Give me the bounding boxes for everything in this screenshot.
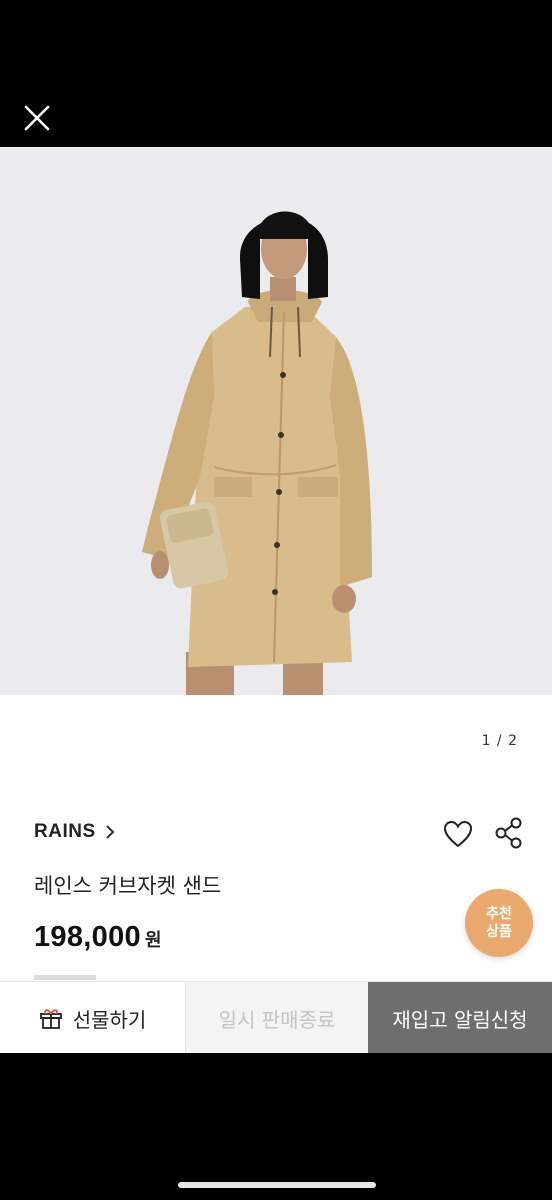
price-value: 198,000	[34, 921, 141, 953]
gift-button-label: 선물하기	[72, 1007, 147, 1032]
soldout-status: 일시 판매종료	[186, 982, 368, 1053]
share-icon	[495, 817, 522, 849]
product-image[interactable]	[0, 147, 552, 695]
gift-button[interactable]: 선물하기	[0, 982, 186, 1053]
badge-line-2: 상품	[486, 924, 512, 940]
close-icon	[24, 105, 50, 131]
bottom-action-bar: 선물하기 일시 판매종료 재입고 알림신청	[0, 981, 552, 1053]
like-button[interactable]	[442, 819, 474, 849]
share-button[interactable]	[494, 817, 524, 849]
heart-icon	[443, 820, 473, 848]
product-sheet: 1 / 2 RAINS 레인스 커브자켓 샌드 198,000 원 추천 상품	[0, 147, 552, 1053]
badge-line-1: 추천	[486, 906, 512, 922]
restock-alert-button[interactable]: 재입고 알림신청	[368, 982, 552, 1053]
divider	[34, 975, 96, 980]
brand-name: RAINS	[34, 821, 96, 842]
home-indicator	[178, 1182, 376, 1188]
recommended-products-badge[interactable]: 추천 상품	[465, 889, 533, 957]
gallery-page-indicator: 1 / 2	[481, 733, 518, 749]
bottom-safe-area	[0, 1053, 552, 1200]
brand-link[interactable]: RAINS	[34, 821, 116, 843]
close-button[interactable]	[18, 98, 56, 138]
top-bar	[0, 0, 552, 147]
price: 198,000 원	[34, 921, 162, 954]
gift-icon	[39, 1009, 62, 1029]
price-currency: 원	[144, 930, 162, 951]
chevron-right-icon	[105, 825, 115, 839]
product-title: 레인스 커브자켓 샌드	[34, 874, 222, 898]
